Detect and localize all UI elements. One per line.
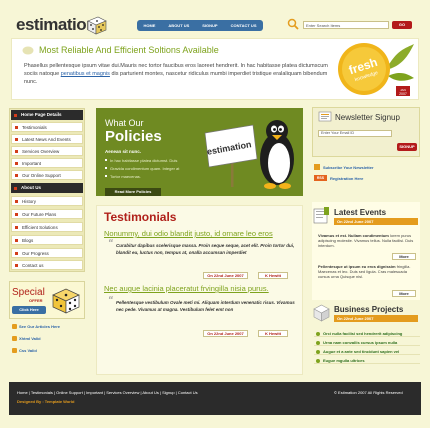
penguin-icon (260, 120, 294, 189)
event-item: Vivamus et est. Nullam condimentum lorem… (318, 233, 414, 248)
testimonial-date: On 22nd June 2007 (203, 272, 248, 279)
project-item[interactable]: Urna nam convallis cursus ipsum nulla (314, 339, 420, 346)
registration-link[interactable]: Registration Here (314, 176, 363, 181)
newsletter-email-input[interactable]: Enter Your Email ID (318, 130, 392, 137)
policies-subtitle: Aenean sit nunc. (105, 149, 142, 154)
sidebar-item-progress[interactable]: Our Progress (11, 248, 83, 258)
newsletter-signup-button[interactable]: SIGNUP (397, 143, 417, 151)
projects-cube-icon (313, 304, 330, 322)
special-offer-label: OFFER (29, 298, 43, 303)
events-icon (313, 207, 329, 224)
dice-icon (52, 288, 80, 314)
speech-bubble-icon (22, 46, 34, 55)
testimonial-quote: Curabitur dapibus scelerisque massa. Pro… (108, 241, 296, 256)
read-more-policies-button[interactable]: Read More Policies (105, 188, 161, 196)
badge-year: 2007 (399, 92, 407, 96)
policy-item: Gravida condimentum quam. Integer at (105, 166, 179, 171)
search-input[interactable]: Enter Search Items (303, 21, 389, 29)
sidebar-item-history[interactable]: History (11, 196, 83, 206)
nav-about-us[interactable]: ABOUT US (168, 23, 189, 28)
newsletter-icon (318, 111, 332, 122)
sidebar-heading-about: About Us (11, 183, 83, 193)
footer-copyright: © Estimation 2007 All Rights Reserved (334, 390, 403, 395)
sidebar-item-blogs[interactable]: Blogs (11, 235, 83, 245)
nav-home[interactable]: HOME (143, 23, 155, 28)
sidebar-item-testimonials[interactable]: Testimonials (11, 122, 83, 132)
search-go-button[interactable]: GO (392, 21, 412, 29)
estimation-sign: estimation (204, 124, 258, 187)
intro-link[interactable]: penatibus et magnis (61, 71, 110, 77)
articles-link[interactable]: See Our Articles Here (11, 322, 60, 331)
footer-designed-by: Designed By : Template World (17, 399, 75, 404)
testimonial-quote: Pellentesque vestibulum Ovale meti mi. A… (108, 298, 296, 313)
css-valid-link[interactable]: Css Valid (11, 346, 37, 355)
nav-signup[interactable]: SIGNUP (202, 23, 217, 28)
testimonial-heading[interactable]: Nonummy, dui odio blandit justo, id orna… (104, 229, 273, 238)
intro-title: Most Reliable And Efficient Soltions Ava… (39, 45, 219, 55)
footer-links[interactable]: Home | Testimonials | Online Support | I… (17, 390, 198, 395)
policies-small-title: What Our (105, 118, 144, 128)
sidebar-item-services[interactable]: Services Overview (11, 146, 83, 156)
sidebar-item-news[interactable]: Latest News And Events (11, 134, 83, 144)
xhtml-valid-link[interactable]: Xhtml Valid (11, 334, 41, 343)
project-item[interactable]: Eugue mgulla ultrices (314, 357, 420, 364)
subscribe-newsletter-link[interactable]: Subscribe Your Newsletter (314, 164, 374, 170)
special-click-here-button[interactable]: Click Here (12, 306, 46, 314)
search-icon (287, 18, 299, 30)
event-item: Pellentesque ut ipsum eu eros dignissim … (318, 264, 411, 279)
events-title: Latest Events (334, 208, 387, 217)
event-more-button[interactable]: More (392, 253, 416, 260)
project-item[interactable]: Orci nulla facilisi sed hendrerit adipis… (314, 330, 420, 337)
sidebar-item-important[interactable]: Important (11, 158, 83, 168)
newsletter-title: Newsletter Signup (335, 113, 400, 122)
sidebar-item-future-plans[interactable]: Our Future Plans (11, 209, 83, 219)
sidebar-item-solutions[interactable]: Efficient Solutions (11, 222, 83, 232)
sidebar-item-contact[interactable]: Contact us (11, 260, 83, 270)
policies-title: Policies (105, 128, 162, 145)
testimonial-author[interactable]: K Hewitt (258, 330, 288, 337)
special-title: Special (12, 287, 45, 298)
testimonial-heading[interactable]: Nec augue lacinia placeratut frvingilla … (104, 284, 269, 293)
events-date: On 22nd June 2007 (334, 218, 418, 225)
fresh-knowledge-badge: fresh knowledge JAN 2007 (338, 43, 414, 96)
projects-title: Business Projects (334, 305, 404, 314)
policy-item: Tortor maecenas. (105, 174, 141, 179)
testimonial-author[interactable]: K Hewitt (258, 272, 288, 279)
main-nav: HOME ABOUT US SIGNUP CONTACT US (137, 20, 263, 31)
dice-logo-icon (87, 16, 107, 35)
project-item[interactable]: Augue et a ante sed tincidunt sapien vel (314, 348, 420, 355)
intro-text: Phasellus pellentesque ipsum vitae dui.M… (24, 63, 328, 85)
event-more-button[interactable]: More (392, 290, 416, 297)
projects-date: On 22nd June 2007 (334, 315, 418, 322)
testimonial-date: On 22nd June 2007 (203, 330, 248, 337)
testimonials-title: Testimonials (104, 210, 177, 224)
sidebar-heading-home: Home Page Details (11, 110, 83, 120)
policy-item: In hac habitasse platea dictumst. Duis (105, 158, 177, 163)
site-logo[interactable]: estimation (16, 15, 97, 35)
nav-contact-us[interactable]: CONTACT US (231, 23, 257, 28)
sidebar-item-support[interactable]: Our Online Support (11, 170, 83, 180)
